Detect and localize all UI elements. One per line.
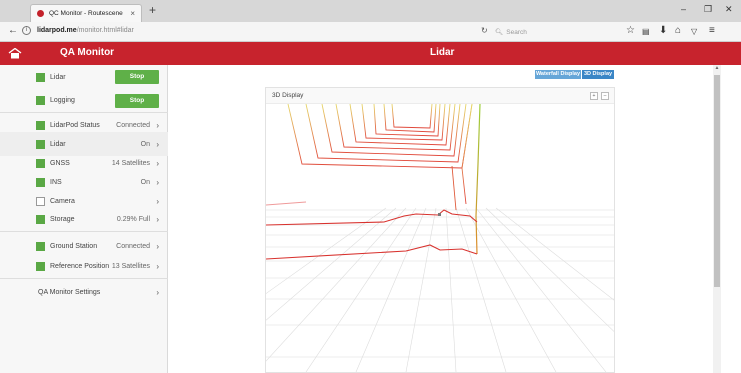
- url-bar[interactable]: lidarpod.me/monitor.html#lidar: [37, 27, 134, 34]
- sidebar-item-settings[interactable]: QA Monitor Settings ›: [0, 280, 168, 304]
- close-window-button[interactable]: ✕: [725, 4, 733, 15]
- expand-button[interactable]: +: [590, 92, 598, 100]
- sidebar: Lidar Stop Logging Stop LidarPod Status …: [0, 65, 168, 373]
- search-placeholder: Search: [506, 28, 527, 36]
- status-indicator: [36, 196, 45, 206]
- arrow-left-icon[interactable]: ←: [8, 25, 18, 36]
- minimize-button[interactable]: –: [681, 4, 686, 14]
- panel-title: 3D Display: [272, 92, 304, 99]
- url-domain: lidarpod.me: [37, 27, 77, 34]
- sidebar-item-label: Logging: [50, 97, 75, 104]
- sidebar-item-value: 14 Satellites: [111, 159, 150, 167]
- reload-icon[interactable]: ↻: [481, 26, 488, 35]
- browser-navbar: ← i lidarpod.me/monitor.html#lidar ↻ 🔍︎ …: [0, 22, 741, 42]
- search-input[interactable]: 🔍︎ Search: [491, 26, 611, 38]
- app-title: QA Monitor: [60, 47, 115, 58]
- home-icon[interactable]: [8, 48, 22, 59]
- url-path: /monitor.html#lidar: [76, 27, 134, 34]
- chevron-right-icon: ›: [156, 262, 159, 271]
- sidebar-item-label: INS: [50, 178, 62, 186]
- lidar-stop-button[interactable]: Stop: [115, 70, 159, 84]
- sidebar-item-value: Connected: [116, 242, 150, 250]
- sidebar-item-label: GNSS: [50, 159, 70, 167]
- sidebar-item-logging-control: Logging Stop: [0, 89, 168, 113]
- sidebar-item-label: Lidar: [50, 73, 66, 81]
- chevron-right-icon: ›: [156, 120, 159, 130]
- tab-title: QC Monitor - Routescene: [49, 10, 123, 17]
- favicon-icon: [37, 10, 44, 17]
- sidebar-item-value: On: [140, 140, 150, 148]
- status-indicator: [36, 215, 45, 224]
- library-icon[interactable]: ▤: [642, 27, 650, 36]
- status-indicator: [36, 139, 45, 149]
- status-indicator: [36, 72, 45, 82]
- status-indicator: [36, 120, 45, 130]
- lidar-3d-canvas[interactable]: [266, 104, 614, 372]
- chevron-right-icon: ›: [156, 139, 159, 149]
- browser-tabstrip: QC Monitor - Routescene × + – ❐ ✕: [0, 0, 741, 22]
- chevron-right-icon: ›: [156, 196, 159, 206]
- chevron-right-icon: ›: [156, 241, 159, 251]
- chevron-right-icon: ›: [156, 215, 159, 224]
- 3d-display-panel: 3D Display + –: [265, 87, 615, 373]
- sidebar-item-value: On: [140, 178, 150, 186]
- status-indicator: [36, 158, 45, 168]
- sidebar-item-value: 0.29% Full: [116, 216, 150, 223]
- sensor-marker: [438, 213, 441, 216]
- sidebar-item-label: QA Monitor Settings: [38, 288, 101, 296]
- hamburger-menu-icon[interactable]: ≡: [709, 25, 715, 36]
- maximize-button[interactable]: ❐: [704, 4, 712, 15]
- chevron-right-icon: ›: [156, 287, 159, 297]
- sidebar-item-value: 13 Satellites: [111, 263, 150, 270]
- status-indicator: [36, 177, 45, 187]
- scrollbar-thumb[interactable]: [714, 75, 720, 287]
- scroll-up-icon[interactable]: ▲: [713, 65, 721, 73]
- panel-header: 3D Display + –: [266, 88, 614, 104]
- browser-tab[interactable]: QC Monitor - Routescene ×: [30, 4, 142, 22]
- ground-grid: [266, 207, 614, 372]
- download-icon[interactable]: ⬇: [659, 25, 667, 36]
- sidebar-item-reference-position[interactable]: Reference Position 13 Satellites ›: [0, 255, 168, 279]
- info-icon[interactable]: i: [22, 26, 31, 35]
- sidebar-item-value: Connected: [116, 121, 150, 129]
- status-indicator: [36, 96, 45, 105]
- sidebar-item-label: Camera: [50, 197, 75, 205]
- 3d-display-button[interactable]: 3D Display: [582, 70, 614, 79]
- search-icon: 🔍︎: [495, 29, 504, 36]
- chevron-right-icon: ›: [156, 158, 159, 168]
- page-scrollbar[interactable]: ▲: [713, 65, 721, 373]
- waterfall-display-button[interactable]: Waterfall Display: [535, 70, 581, 79]
- tab-close-button[interactable]: ×: [130, 9, 135, 18]
- app-header: QA Monitor Lidar: [0, 42, 741, 65]
- home-icon[interactable]: ⌂: [675, 25, 681, 36]
- sidebar-item-label: Lidar: [50, 140, 66, 148]
- status-indicator: [36, 241, 45, 251]
- page-title: Lidar: [430, 47, 455, 58]
- sidebar-item-label: Reference Position: [50, 263, 110, 270]
- pocket-icon[interactable]: ▽: [691, 27, 697, 36]
- sidebar-item-label: Storage: [50, 216, 75, 223]
- chevron-right-icon: ›: [156, 177, 159, 187]
- logging-stop-button[interactable]: Stop: [115, 93, 159, 108]
- sidebar-item-label: Ground Station: [50, 242, 98, 250]
- status-indicator: [36, 262, 45, 271]
- new-tab-button[interactable]: +: [149, 3, 156, 17]
- collapse-button[interactable]: –: [601, 92, 609, 100]
- sidebar-item-label: LidarPod Status: [50, 121, 100, 129]
- sidebar-item-lidar-control: Lidar Stop: [0, 65, 168, 89]
- star-icon[interactable]: ☆: [626, 25, 635, 36]
- sidebar-item-storage[interactable]: Storage 0.29% Full ›: [0, 208, 168, 232]
